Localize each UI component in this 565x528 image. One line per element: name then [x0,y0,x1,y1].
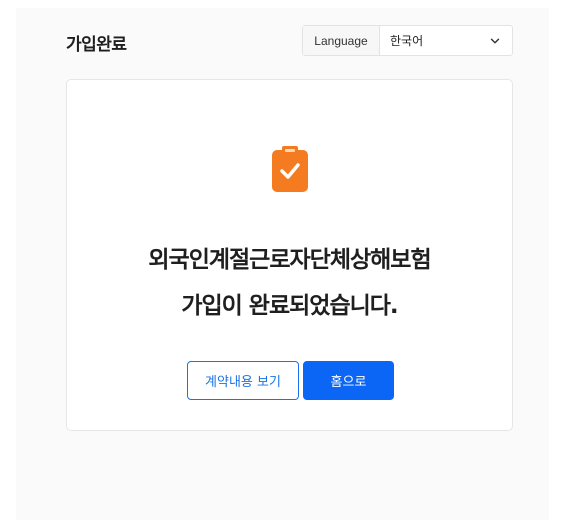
language-dropdown[interactable]: 한국어 [380,26,512,55]
language-label: Language [303,26,380,55]
home-button[interactable]: 홈으로 [303,361,394,400]
language-selected-value: 한국어 [390,34,424,48]
completion-message-line2: 가입이 완료되었습니다. [181,293,398,319]
view-contract-button[interactable]: 계약내용 보기 [187,361,299,400]
clipboard-check-icon [272,146,308,192]
completion-message-line1: 외국인계절근로자단체상해보험 [148,247,431,273]
page-title: 가입완료 [66,35,127,55]
language-selector: Language 한국어 [302,25,513,56]
chevron-down-icon [490,38,500,43]
completion-card: 외국인계절근로자단체상해보험 가입이 완료되었습니다. 계약내용 보기 홈으로 [66,79,513,431]
